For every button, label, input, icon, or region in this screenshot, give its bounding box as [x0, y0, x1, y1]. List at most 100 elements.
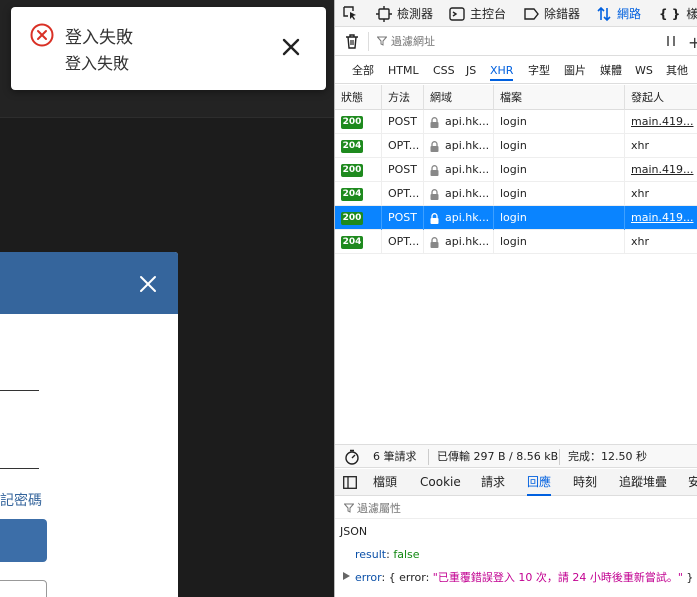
cell-file: login: [494, 182, 625, 206]
domain-text: api.hk...: [445, 163, 490, 176]
tab-label: 檢測器: [397, 7, 434, 21]
lock-icon: [430, 140, 439, 152]
json-value: "已重覆錯誤登入 10 次，請 24 小時後重新嘗試。": [432, 571, 683, 584]
tab-network[interactable]: 網路: [596, 0, 641, 27]
password-field[interactable]: [0, 468, 39, 469]
table-row[interactable]: 204 OPT... api.hk... login xhr: [335, 134, 697, 158]
cell-file: login: [494, 206, 625, 230]
tab-stack-trace[interactable]: 追蹤堆疊: [619, 469, 667, 496]
type-all[interactable]: 全部: [352, 63, 374, 78]
stopwatch-icon[interactable]: [344, 449, 360, 465]
cell-domain: api.hk...: [424, 182, 494, 206]
lock-icon: [430, 188, 439, 200]
col-file[interactable]: 檔案: [494, 85, 625, 110]
table-row[interactable]: 204 OPT... api.hk... login xhr: [335, 230, 697, 254]
secondary-button[interactable]: [0, 580, 47, 597]
cell-status: 204: [335, 182, 382, 206]
cell-method: OPT...: [382, 134, 424, 158]
request-count: 6 筆請求: [373, 450, 417, 463]
type-ws[interactable]: WS: [635, 63, 653, 78]
toast-message: 登入失敗: [65, 54, 130, 73]
cell-domain: api.hk...: [424, 230, 494, 254]
element-picker-icon[interactable]: [342, 5, 358, 21]
table-row[interactable]: 200 POST api.hk... login main.419...: [335, 158, 697, 182]
devtools-toolbar: 檢測器 主控台 除錯器 網路 { } 樣: [335, 0, 697, 27]
status-badge: 204: [341, 139, 363, 153]
type-images[interactable]: 圖片: [564, 63, 586, 78]
cell-method: POST: [382, 206, 424, 230]
lock-icon: [430, 164, 439, 176]
tab-response[interactable]: 回應: [527, 469, 552, 496]
cell-status: 204: [335, 134, 382, 158]
type-fonts[interactable]: 字型: [528, 63, 550, 78]
initiator-link[interactable]: main.419...: [631, 115, 693, 128]
col-method[interactable]: 方法: [382, 85, 424, 110]
cell-domain: api.hk...: [424, 206, 494, 230]
domain-text: api.hk...: [445, 211, 490, 224]
error-toast: 登入失敗 登入失敗: [11, 7, 326, 90]
cell-initiator: xhr: [625, 182, 697, 206]
forgot-password-link[interactable]: 記密碼: [0, 490, 42, 510]
tab-timings[interactable]: 時刻: [573, 469, 597, 496]
tab-style-editor[interactable]: { } 樣: [659, 0, 697, 27]
cell-file: login: [494, 134, 625, 158]
close-icon[interactable]: [279, 35, 303, 59]
filter-icon: [344, 503, 354, 513]
json-punct: }: [682, 571, 694, 584]
tab-label: 主控台: [470, 7, 507, 21]
network-icon: [597, 6, 611, 21]
cell-status: 200: [335, 158, 382, 182]
table-row[interactable]: 200 POST api.hk... login main.419...: [335, 206, 697, 230]
add-icon[interactable]: +: [688, 33, 697, 52]
login-button[interactable]: [0, 519, 47, 562]
table-row[interactable]: 204 OPT... api.hk... login xhr: [335, 182, 697, 206]
tab-cookies[interactable]: Cookie: [420, 469, 461, 496]
cell-method: OPT...: [382, 230, 424, 254]
tab-console[interactable]: 主控台: [449, 0, 506, 27]
error-circle-icon: [30, 23, 54, 47]
json-error-line[interactable]: error: { error: "已重覆錯誤登入 10 次，請 24 小時後重新…: [355, 569, 693, 585]
initiator-text: xhr: [631, 187, 650, 200]
cell-initiator: main.419...: [625, 110, 697, 134]
type-html[interactable]: HTML: [388, 63, 419, 78]
tab-debugger[interactable]: 除錯器: [523, 0, 580, 27]
lock-icon: [430, 116, 439, 128]
type-css[interactable]: CSS: [433, 63, 455, 78]
tab-headers[interactable]: 檔頭: [373, 469, 397, 496]
expand-triangle-icon[interactable]: [343, 572, 350, 580]
cell-initiator: xhr: [625, 134, 697, 158]
trash-icon[interactable]: [344, 33, 360, 50]
property-filter-input[interactable]: [357, 499, 657, 517]
type-other[interactable]: 其他: [666, 63, 688, 78]
initiator-link[interactable]: main.419...: [631, 163, 693, 176]
status-badge: 200: [341, 211, 363, 225]
pause-icon[interactable]: [665, 35, 677, 47]
debugger-icon: [524, 7, 539, 20]
json-key: error: [355, 571, 382, 584]
cell-method: POST: [382, 158, 424, 182]
initiator-text: xhr: [631, 139, 650, 152]
type-media[interactable]: 媒體: [600, 63, 622, 78]
initiator-link[interactable]: main.419...: [631, 211, 693, 224]
modal-close-icon[interactable]: [138, 274, 158, 294]
table-row[interactable]: 200 POST api.hk... login main.419...: [335, 110, 697, 134]
cell-status: 200: [335, 110, 382, 134]
sidebar-toggle-icon[interactable]: [343, 476, 357, 489]
tab-inspector[interactable]: 檢測器: [376, 0, 433, 27]
cell-domain: api.hk...: [424, 158, 494, 182]
col-domain[interactable]: 網域: [424, 85, 494, 110]
type-js[interactable]: JS: [466, 63, 476, 78]
col-status[interactable]: 狀態: [335, 85, 382, 110]
username-field[interactable]: [0, 390, 39, 391]
separator: [559, 449, 560, 465]
lock-icon: [430, 236, 439, 248]
tab-request[interactable]: 請求: [481, 469, 505, 496]
toast-title: 登入失敗: [65, 28, 133, 48]
response-format-label: JSON: [340, 525, 368, 538]
col-initiator[interactable]: 發起人: [625, 85, 697, 110]
tab-security[interactable]: 安: [688, 469, 697, 496]
initiator-text: xhr: [631, 235, 650, 248]
type-xhr[interactable]: XHR: [490, 63, 514, 81]
inspector-icon: [376, 5, 392, 22]
url-filter-input[interactable]: [391, 32, 651, 51]
